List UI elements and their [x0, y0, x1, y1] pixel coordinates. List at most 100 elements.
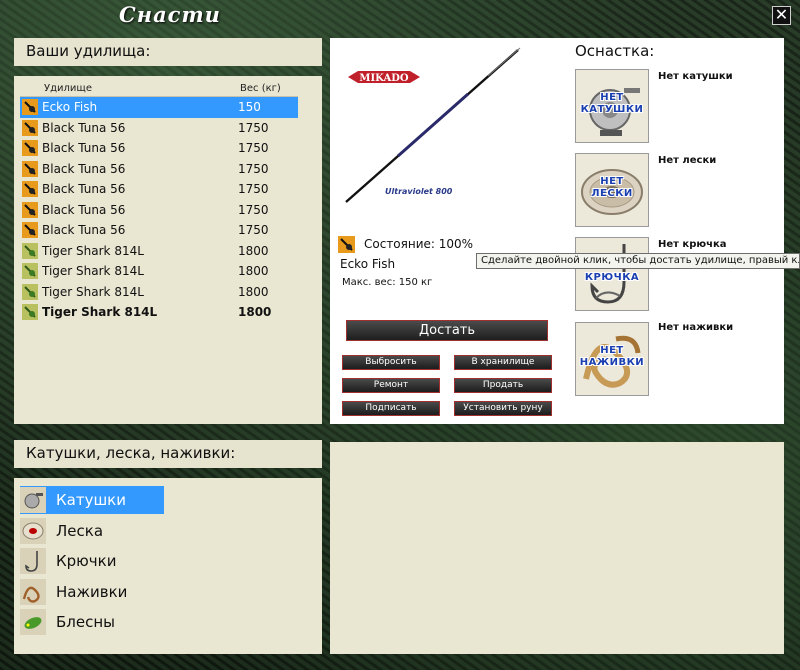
col-header-rod[interactable]: Удилище: [20, 80, 236, 96]
rod-row[interactable]: Tiger Shark 814L 1800: [20, 261, 298, 282]
rod-row-weight: 150: [238, 100, 261, 115]
rod-row-name: Black Tuna 56: [42, 223, 126, 238]
set-rune-button[interactable]: Установить руну: [454, 401, 552, 416]
mikado-logo: MIKADO: [348, 71, 420, 84]
rod-row[interactable]: Tiger Shark 814L 1800: [20, 302, 298, 323]
rod-row[interactable]: Black Tuna 56 1750: [20, 179, 298, 200]
discard-button[interactable]: Выбросить: [342, 355, 440, 370]
rod-row[interactable]: Tiger Shark 814L 1800: [20, 282, 298, 303]
rod-orange-icon: [338, 236, 355, 253]
sell-button[interactable]: Продать: [454, 378, 552, 393]
rod-orange-icon: [22, 99, 38, 116]
category-item-label: Катушки: [56, 491, 126, 509]
rod-orange-icon: [22, 140, 38, 157]
category-item-line-spool[interactable]: Леска: [20, 517, 164, 545]
rods-list-panel: Удилище Вес (кг) Ecko Fish 150 Black Tuna …: [14, 76, 322, 424]
sign-button[interactable]: Подписать: [342, 401, 440, 416]
reel-icon: [20, 487, 46, 513]
category-item-label: Наживки: [56, 582, 128, 601]
rod-orange-icon: [22, 181, 38, 198]
svg-text:MIKADO: MIKADO: [359, 73, 408, 84]
rod-orange-icon: [22, 119, 38, 136]
bait-slot-label: Нет наживки: [658, 322, 734, 333]
rods-table-header: Удилище Вес (кг): [20, 80, 298, 97]
rod-row-weight: 1750: [238, 161, 269, 176]
line-slot[interactable]: НЕТ ЛЕСКИ: [575, 153, 649, 227]
category-item-label: Леска: [56, 521, 104, 540]
rod-row-weight: 1750: [238, 223, 269, 238]
take-out-button[interactable]: Достать: [346, 320, 548, 341]
rod-row-name: Black Tuna 56: [42, 141, 126, 156]
rod-model-caption: Ultraviolet 800: [385, 187, 453, 196]
hook-icon: [20, 548, 46, 574]
to-storage-button[interactable]: В хранилище: [454, 355, 552, 370]
categories-section-header: Катушки, леска, наживки:: [14, 440, 322, 468]
rod-green-icon: [22, 283, 38, 300]
rigging-title: Оснастка:: [575, 42, 655, 60]
categories-panel: Катушки Леска Крючки Наживки Блесны: [14, 478, 322, 654]
rod-row-name: Tiger Shark 814L: [42, 264, 144, 279]
rod-row[interactable]: Black Tuna 56 1750: [20, 200, 298, 221]
rod-green-icon: [22, 242, 38, 259]
rod-row-name: Ecko Fish: [42, 100, 98, 115]
category-item-label: Крючки: [56, 552, 117, 570]
reel-slot-overlay: НЕТ КАТУШКИ: [580, 92, 644, 115]
repair-button[interactable]: Ремонт: [342, 378, 440, 393]
category-item-hook[interactable]: Крючки: [20, 547, 164, 575]
rod-row-weight: 1800: [238, 243, 269, 258]
rods-table: Удилище Вес (кг) Ecko Fish 150 Black Tuna …: [20, 80, 298, 323]
reel-slot-label: Нет катушки: [658, 71, 733, 82]
line-slot-overlay: НЕТ ЛЕСКИ: [591, 176, 633, 199]
category-item-reel[interactable]: Катушки: [20, 486, 164, 514]
rod-row-weight: 1800: [238, 264, 269, 279]
window-title: Снасти: [119, 2, 221, 27]
reel-slot[interactable]: НЕТ КАТУШКИ: [575, 69, 649, 143]
bait-slot-overlay: НЕТ НАЖИВКИ: [579, 345, 645, 368]
line-spool-icon: [20, 517, 46, 544]
rod-row-name: Black Tuna 56: [42, 161, 126, 176]
rod-state: Состояние: 100%: [364, 237, 474, 251]
bait-icon: [20, 578, 46, 605]
hook-slot-label: Нет крючка: [658, 239, 727, 250]
category-item-lure[interactable]: Блесны: [20, 608, 164, 636]
rod-row-weight: 1750: [238, 182, 269, 197]
hook-slot[interactable]: НЕТКРЮЧКА: [575, 237, 649, 311]
rod-row-name: Tiger Shark 814L: [42, 243, 144, 258]
rod-row[interactable]: Ecko Fish 150: [20, 97, 298, 118]
rod-green-icon: [22, 304, 38, 321]
col-header-weight[interactable]: Вес (кг): [236, 80, 298, 96]
bait-slot[interactable]: НЕТ НАЖИВКИ: [575, 322, 649, 396]
rod-row-weight: 1750: [238, 120, 269, 135]
rod-orange-icon: [22, 201, 38, 218]
line-slot-label: Нет лески: [658, 155, 717, 166]
title-bar: Снасти ✕: [0, 0, 800, 32]
rod-green-icon: [22, 263, 38, 280]
item-detail-panel: [330, 442, 784, 654]
rod-row[interactable]: Black Tuna 56 1750: [20, 138, 298, 159]
rod-row[interactable]: Black Tuna 56 1750: [20, 118, 298, 139]
rod-detail-panel: MIKADO Ultraviolet 800 Состояние: 100% E…: [330, 38, 784, 424]
rod-row[interactable]: Black Tuna 56 1750: [20, 220, 298, 241]
rod-row-name: Black Tuna 56: [42, 120, 126, 135]
rod-row-weight: 1800: [238, 284, 269, 299]
rod-orange-icon: [22, 222, 38, 239]
rod-orange-icon: [22, 160, 38, 177]
close-button[interactable]: ✕: [772, 6, 791, 25]
rod-name: Ecko Fish: [340, 257, 396, 271]
rod-row-weight: 1750: [238, 202, 269, 217]
rod-row-name: Black Tuna 56: [42, 182, 126, 197]
rod-row-name: Tiger Shark 814L: [42, 305, 158, 320]
rod-row[interactable]: Black Tuna 56 1750: [20, 159, 298, 180]
rods-section-header: Ваши удилища:: [14, 38, 322, 66]
rod-row-weight: 1800: [238, 305, 272, 320]
rod-row-name: Tiger Shark 814L: [42, 284, 144, 299]
category-item-label: Блесны: [56, 613, 116, 631]
lure-icon: [20, 609, 46, 635]
rod-max-weight: Макс. вес: 150 кг: [342, 277, 433, 288]
category-item-bait[interactable]: Наживки: [20, 578, 164, 606]
rod-row-name: Black Tuna 56: [42, 202, 126, 217]
rod-row-weight: 1750: [238, 141, 269, 156]
tooltip: Сделайте двойной клик, чтобы достать уди…: [476, 253, 800, 269]
rod-row[interactable]: Tiger Shark 814L 1800: [20, 241, 298, 262]
rod-image: [345, 47, 521, 203]
